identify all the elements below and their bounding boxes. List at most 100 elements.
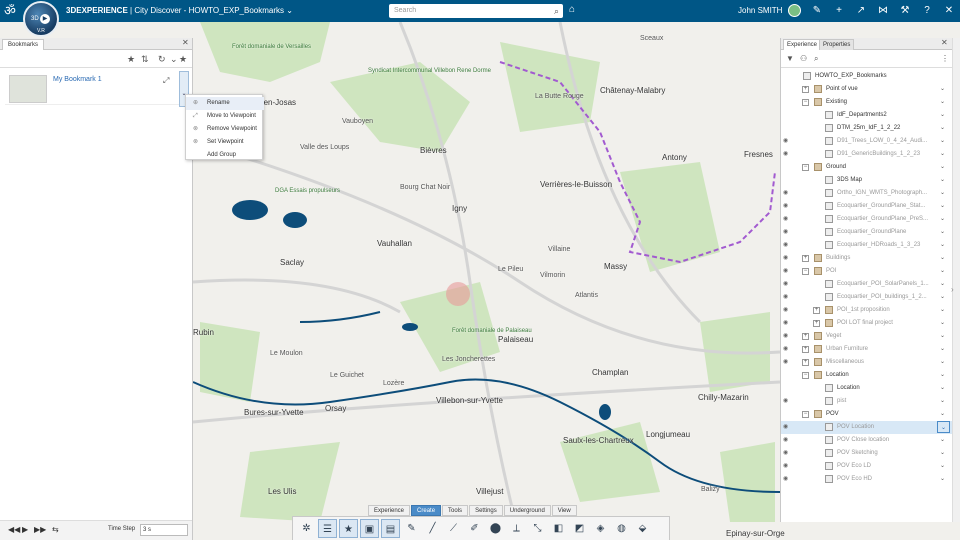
eye-icon[interactable]: ◉ [783,447,788,460]
eye-icon[interactable]: ◉ [783,395,788,408]
tab-experience[interactable]: Experience [783,39,822,50]
pen-icon[interactable]: ✎ [402,519,421,538]
loop-icon[interactable]: ⇆ [52,525,59,534]
eye-icon[interactable]: ◉ [783,265,788,278]
filter-icon[interactable]: ▼ [786,54,794,63]
scrollbar[interactable] [952,38,960,522]
close-icon[interactable]: ✕ [182,38,189,47]
forward-icon[interactable]: ▶▶ [34,525,46,534]
refresh-icon[interactable]: ↻ [158,54,166,65]
tree-item[interactable]: ◉ Ecoquartier_POI_SolarPanels_1... ⌄ [781,278,952,291]
eye-icon[interactable]: ◉ [783,356,788,369]
collapse-icon[interactable]: − [802,164,809,171]
chevron-down-icon[interactable]: ⌄ [940,447,945,460]
layers-icon[interactable]: ◈ [591,519,610,538]
tree-item[interactable]: ◉ + Urban Furniture ⌄ [781,343,952,356]
user-name[interactable]: John SMITH [738,6,782,15]
chevron-down-icon[interactable]: ⌄ [940,187,945,200]
tree-item[interactable]: − Location ⌄ [781,369,952,382]
tab-tools[interactable]: Tools [442,505,469,516]
share-icon[interactable]: ↗ [854,3,868,18]
binoculars-icon[interactable]: ⚇ [800,54,807,63]
tree-item[interactable]: ◉ Ecoquartier_GroundPlane ⌄ [781,226,952,239]
chevron-down-icon[interactable]: ⌄ [940,460,945,473]
chevron-down-icon[interactable]: ⌄ [940,226,945,239]
eye-icon[interactable]: ◉ [783,252,788,265]
menu-item-set-viewpoint[interactable]: ⊗ Set Viewpoint [186,136,264,149]
chevron-down-icon[interactable]: ⌄ [286,6,293,15]
tag-icon[interactable]: ⌂ [569,4,575,15]
add-icon[interactable]: + [832,3,846,18]
chevron-down-icon[interactable]: ⌄ [940,395,945,408]
measure-icon[interactable]: ⟂ [507,519,526,538]
tree-item[interactable]: ◉ D91_Trees_LOW_0_4_24_Audi... ⌄ [781,135,952,148]
expand-icon[interactable]: + [813,320,820,327]
chevron-down-icon[interactable]: ⌄ [940,317,945,330]
tree-item[interactable]: Location ⌄ [781,382,952,395]
tree-item[interactable]: ◉ + Buildings ⌄ [781,252,952,265]
eye-icon[interactable]: ◉ [783,226,788,239]
bookmark-list-icon[interactable]: ☰ [318,519,337,538]
dimension-icon[interactable]: ⤡ [528,519,547,538]
chevron-down-icon[interactable]: ⌄ [940,252,945,265]
line-icon[interactable]: ╱ [423,519,442,538]
chevron-down-icon[interactable]: ⌄ [940,382,945,395]
tree-item[interactable]: ◉ Ecoquartier_GroundPlane_Stat... ⌄ [781,200,952,213]
tab-view[interactable]: View [551,505,577,516]
search-icon[interactable]: ⌕ [554,4,559,18]
chevron-down-icon[interactable]: ⌄ [940,213,945,226]
add-bookmark-icon[interactable]: ★ [339,519,358,538]
tree-item[interactable]: ◉ + POI_1st proposition ⌄ [781,304,952,317]
chevron-down-icon[interactable]: ⌄ [940,291,945,304]
close-icon[interactable]: ✕ [941,38,948,47]
tree-item[interactable]: DTM_25m_IdF_1_2_22 ⌄ [781,122,952,135]
chevron-down-icon[interactable]: ⌄ [940,174,945,187]
eye-icon[interactable]: ◉ [783,317,788,330]
compass-tool-icon[interactable]: ✲ [297,519,316,538]
box-edit-icon[interactable]: ◩ [570,519,589,538]
eye-icon[interactable]: ◉ [783,330,788,343]
network-icon[interactable]: ⋈ [876,3,890,18]
tree-item[interactable]: HOWTO_EXP_Bookmarks [781,70,952,83]
chat-icon[interactable]: ✎ [810,3,824,18]
tree-item[interactable]: − Ground ⌄ [781,161,952,174]
tree-item[interactable]: ◉ + POI LOT final project ⌄ [781,317,952,330]
eye-icon[interactable]: ◉ [783,291,788,304]
play-icon[interactable]: ▶ [22,525,28,534]
star-icon[interactable]: ★ [127,54,135,65]
chevron-down-icon[interactable]: ⌄ [940,161,945,174]
chevron-down-icon[interactable]: ⌄ [940,96,945,109]
chevron-down-icon[interactable]: ⌄ [940,265,945,278]
chevron-down-icon[interactable]: ⌄ [940,135,945,148]
tree-item[interactable]: ◉ + Veget ⌄ [781,330,952,343]
more-icon[interactable]: ⋮ [941,54,949,63]
tree-item[interactable]: ◉ Ecoquartier_GroundPlane_PreS... ⌄ [781,213,952,226]
eye-icon[interactable]: ◉ [783,278,788,291]
expand-icon[interactable]: + [802,346,809,353]
menu-item-rename[interactable]: ⊕ Rename [186,97,264,110]
chevron-down-icon[interactable]: ⌄ [940,408,945,421]
tab-experience[interactable]: Experience [368,505,411,516]
eye-icon[interactable]: ◉ [783,343,788,356]
eye-icon[interactable]: ◉ [783,148,788,161]
search-icon[interactable]: ⌕ [814,54,818,64]
brush-icon[interactable]: ✐ [465,519,484,538]
chevron-down-icon[interactable]: ⌄ [940,343,945,356]
chevron-down-icon[interactable]: ⌄ [940,109,945,122]
collapse-icon[interactable]: − [802,268,809,275]
chevron-down-icon[interactable]: ⌄ [940,239,945,252]
chevron-down-icon[interactable]: ⌄ [940,200,945,213]
tree-item[interactable]: IdF_Departments2 ⌄ [781,109,952,122]
chevron-down-icon[interactable]: ⌄ [940,122,945,135]
tab-bookmarks[interactable]: Bookmarks [2,39,45,50]
eye-icon[interactable]: ◉ [783,187,788,200]
chevron-down-icon[interactable]: ⌄ [940,148,945,161]
chevron-down-icon[interactable]: ⌄ [937,421,950,433]
tab-settings[interactable]: Settings [469,505,503,516]
rewind-icon[interactable]: ◀◀ [8,525,20,534]
tree-item[interactable]: ◉ Ecoquartier_HDRoads_1_3_23 ⌄ [781,239,952,252]
tree-item[interactable]: ◉ POV Sketching ⌄ [781,447,952,460]
tools-icon[interactable]: ⚒ [898,3,912,18]
tab-properties[interactable]: Properties [819,39,855,50]
paint-bucket-icon[interactable]: ⬙ [633,519,652,538]
